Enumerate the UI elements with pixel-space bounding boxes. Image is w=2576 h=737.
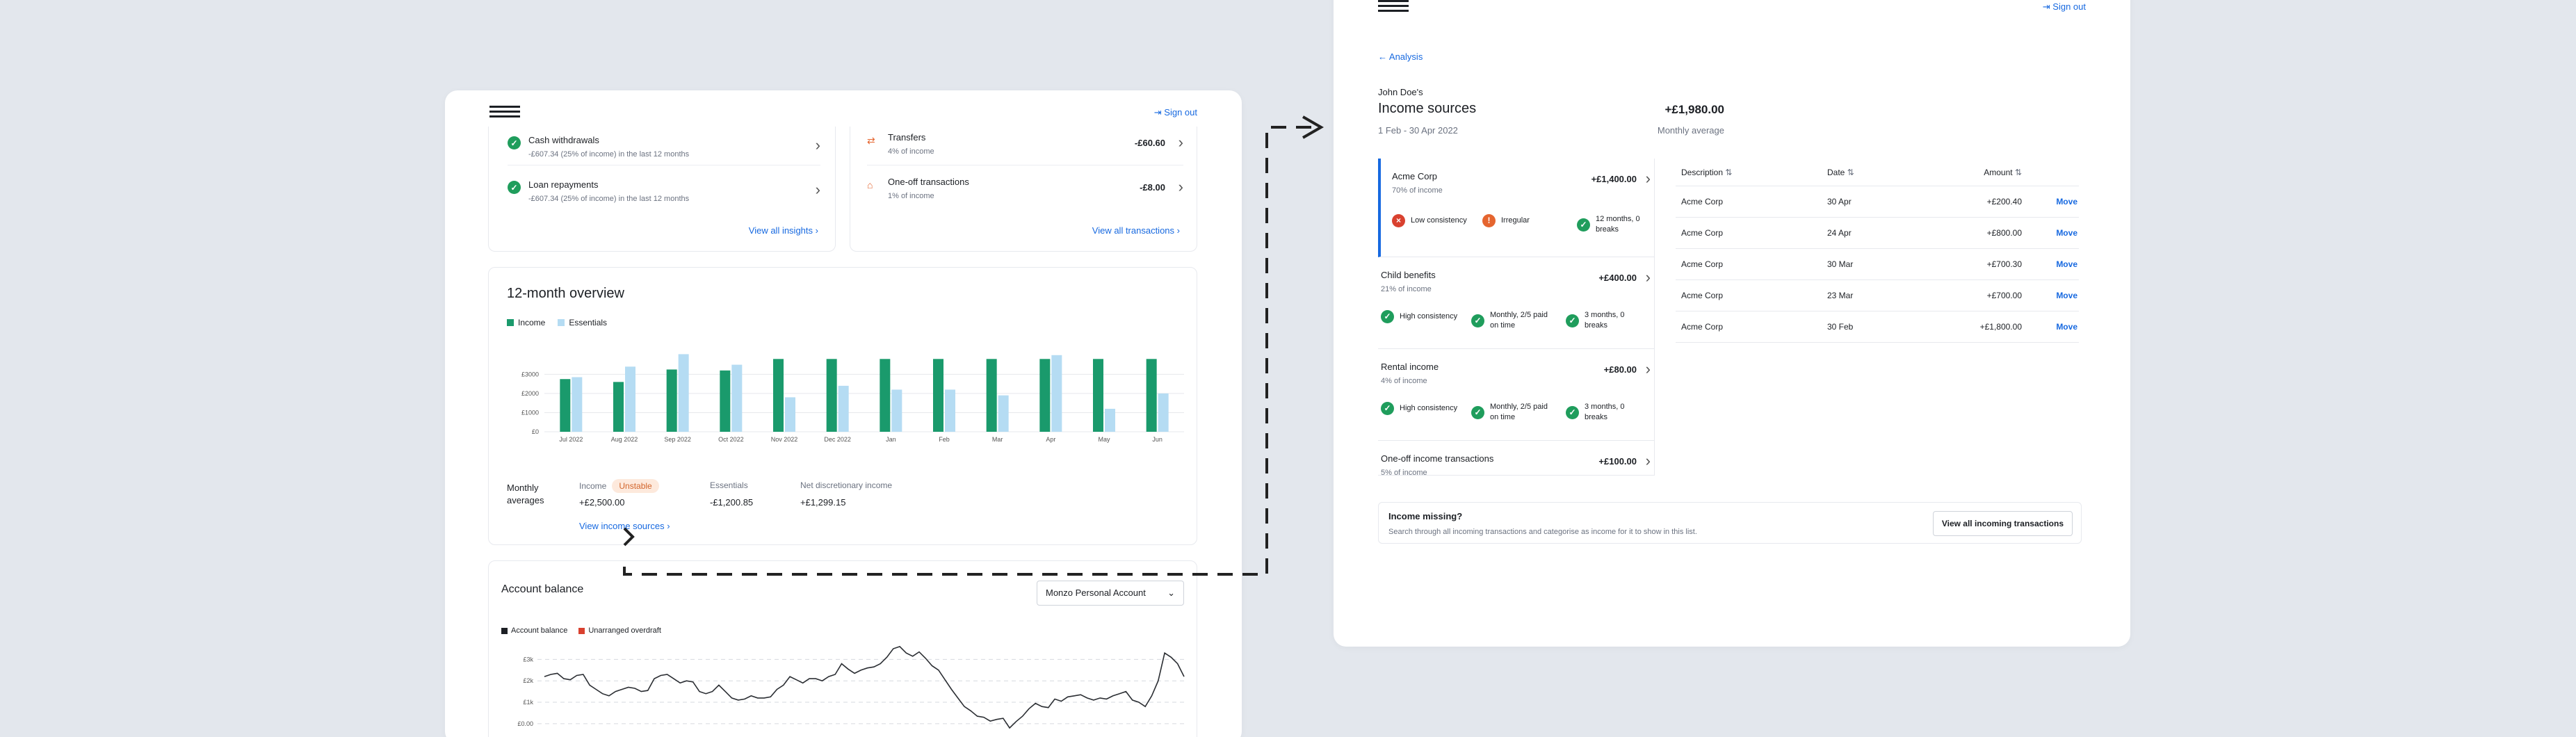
check-icon: ✓ [1577,218,1590,232]
column-header-date[interactable]: Date ⇅ [1827,168,1945,177]
row-description: Acme Corp [1681,259,1724,269]
chevron-right-icon: › [1645,452,1651,469]
source-tag: ✓ Monthly, 2/5 paid on time [1471,402,1555,423]
check-icon: ✓ [1471,405,1484,419]
source-pct: 4% of income [1381,377,1427,385]
monthly-average-value: +£1,980.00 [1664,103,1724,116]
source-tag-label: Monthly, 2/5 paid on time [1490,311,1548,330]
source-tag-label: 12 months, 0 breaks [1596,215,1640,234]
table-row: Acme Corp 30 Mar +£700.30 Move [1676,249,2079,280]
row-description: Acme Corp [1681,291,1724,300]
table-body: Acme Corp 30 Apr +£200.40 Move Acme Corp 24 A… [1676,186,2079,343]
income-missing-desc: Search through all incoming transactions… [1388,528,1697,536]
source-tag: ✓ Monthly, 2/5 paid on time [1471,310,1555,331]
source-tag-label: Low consistency [1411,216,1467,225]
table-row: Acme Corp 30 Feb +£1,800.00 Move [1676,311,2079,343]
check-icon: ✓ [1566,314,1579,327]
error-icon: × [1392,214,1405,227]
row-date: 30 Mar [1827,259,1854,269]
flow-connector-arrow [623,115,1325,576]
chevron-right-icon: › [1645,170,1651,187]
source-tag-label: High consistency [1400,312,1458,321]
check-icon: ✓ [1471,314,1484,327]
row-amount: +£700.00 [1986,291,2022,300]
source-pct: 21% of income [1381,285,1432,293]
chevron-right-icon: › [1645,360,1651,378]
sign-out-icon: ⇥ [2042,1,2053,12]
page-title: Income sources [1378,101,1477,116]
owner-label: John Doe's [1378,87,1423,97]
source-amount: +£1,400.00 [1591,174,1637,184]
row-description: Acme Corp [1681,197,1724,206]
source-tag-label: 3 months, 0 breaks [1585,403,1625,421]
sort-icon: ⇅ [2014,167,2022,177]
source-pct: 70% of income [1392,186,1443,195]
warning-icon: ! [1482,214,1496,227]
income-sources-panel: ⇥ Sign out ← Analysis John Doe's Income … [1334,0,2130,647]
row-date: 30 Feb [1827,322,1854,332]
source-tag: × Low consistency [1392,214,1475,227]
source-name: Child benefits [1381,270,1436,280]
income-missing-title: Income missing? [1388,511,1463,521]
income-source-item[interactable]: Rental income 4% of income +£80.00 › ✓ High c… [1378,349,1655,441]
row-date: 24 Apr [1827,228,1852,238]
row-amount: +£1,800.00 [1979,322,2022,332]
row-description: Acme Corp [1681,322,1724,332]
move-button[interactable]: Move [2022,197,2077,206]
source-name: Rental income [1381,362,1439,372]
chevron-right-icon: › [1645,268,1651,286]
source-tag: ✓ 3 months, 0 breaks [1566,402,1642,423]
monthly-average-label: Monthly average [1657,125,1724,136]
check-icon: ✓ [1566,405,1579,419]
source-tag: ! Irregular [1482,214,1566,227]
source-name: One-off income transactions [1381,453,1494,464]
column-header-amount[interactable]: Amount ⇅ [1945,168,2022,177]
sign-out-link[interactable]: ⇥ Sign out [2043,1,2086,13]
table-row: Acme Corp 23 Mar +£700.00 Move [1676,280,2079,311]
row-description: Acme Corp [1681,228,1724,238]
source-tag-label: Irregular [1501,216,1530,225]
check-icon: ✓ [1381,402,1394,415]
source-tag: ✓ High consistency [1381,402,1464,415]
source-amount: +£400.00 [1598,273,1637,283]
income-source-item[interactable]: Child benefits 21% of income +£400.00 › ✓ Hig… [1378,257,1655,349]
row-amount: +£700.30 [1986,259,2022,269]
source-tag: ✓ High consistency [1381,310,1464,323]
move-button[interactable]: Move [2022,291,2077,300]
income-missing-box: Income missing? Search through all incom… [1378,502,2082,544]
hamburger-menu-icon[interactable] [1378,0,1409,13]
view-incoming-transactions-button[interactable]: View all incoming transactions [1932,511,2073,536]
row-amount: +£200.40 [1986,197,2022,206]
move-button[interactable]: Move [2022,228,2077,238]
source-amount: +£100.00 [1598,456,1637,467]
sort-icon: ⇅ [1847,167,1854,177]
column-header-description[interactable]: Description ⇅ [1676,168,1827,177]
row-date: 23 Mar [1827,291,1854,300]
income-source-item[interactable]: One-off income transactions 5% of income +… [1378,441,1655,477]
move-button[interactable]: Move [2022,322,2077,332]
sort-icon: ⇅ [1725,167,1733,177]
move-button[interactable]: Move [2022,259,2077,269]
source-tag-label: Monthly, 2/5 paid on time [1490,403,1548,421]
row-date: 30 Apr [1827,197,1852,206]
period-label: 1 Feb - 30 Apr 2022 [1378,125,1458,136]
row-amount: +£800.00 [1986,228,2022,238]
source-name: Acme Corp [1392,171,1438,181]
back-to-analysis-link[interactable]: ← Analysis [1378,51,1423,62]
source-tag: ✓ 3 months, 0 breaks [1566,310,1642,331]
source-tag: ✓ 12 months, 0 breaks [1577,214,1653,235]
check-icon: ✓ [1381,310,1394,323]
source-tag-label: 3 months, 0 breaks [1585,311,1625,330]
income-source-item[interactable]: Acme Corp 70% of income +£1,400.00 › × Low co… [1378,159,1655,257]
source-transactions-table: Description ⇅ Date ⇅ Amount ⇅ Acme Corp 3… [1676,159,2079,343]
source-pct: 5% of income [1381,469,1427,477]
source-amount: +£80.00 [1603,364,1637,375]
arrow-left-icon: ← [1378,51,1389,62]
source-tag-label: High consistency [1400,404,1458,412]
table-row: Acme Corp 30 Apr +£200.40 Move [1676,186,2079,218]
table-row: Acme Corp 24 Apr +£800.00 Move [1676,218,2079,249]
income-sources-list: Acme Corp 70% of income +£1,400.00 › × Low co… [1378,159,1655,477]
